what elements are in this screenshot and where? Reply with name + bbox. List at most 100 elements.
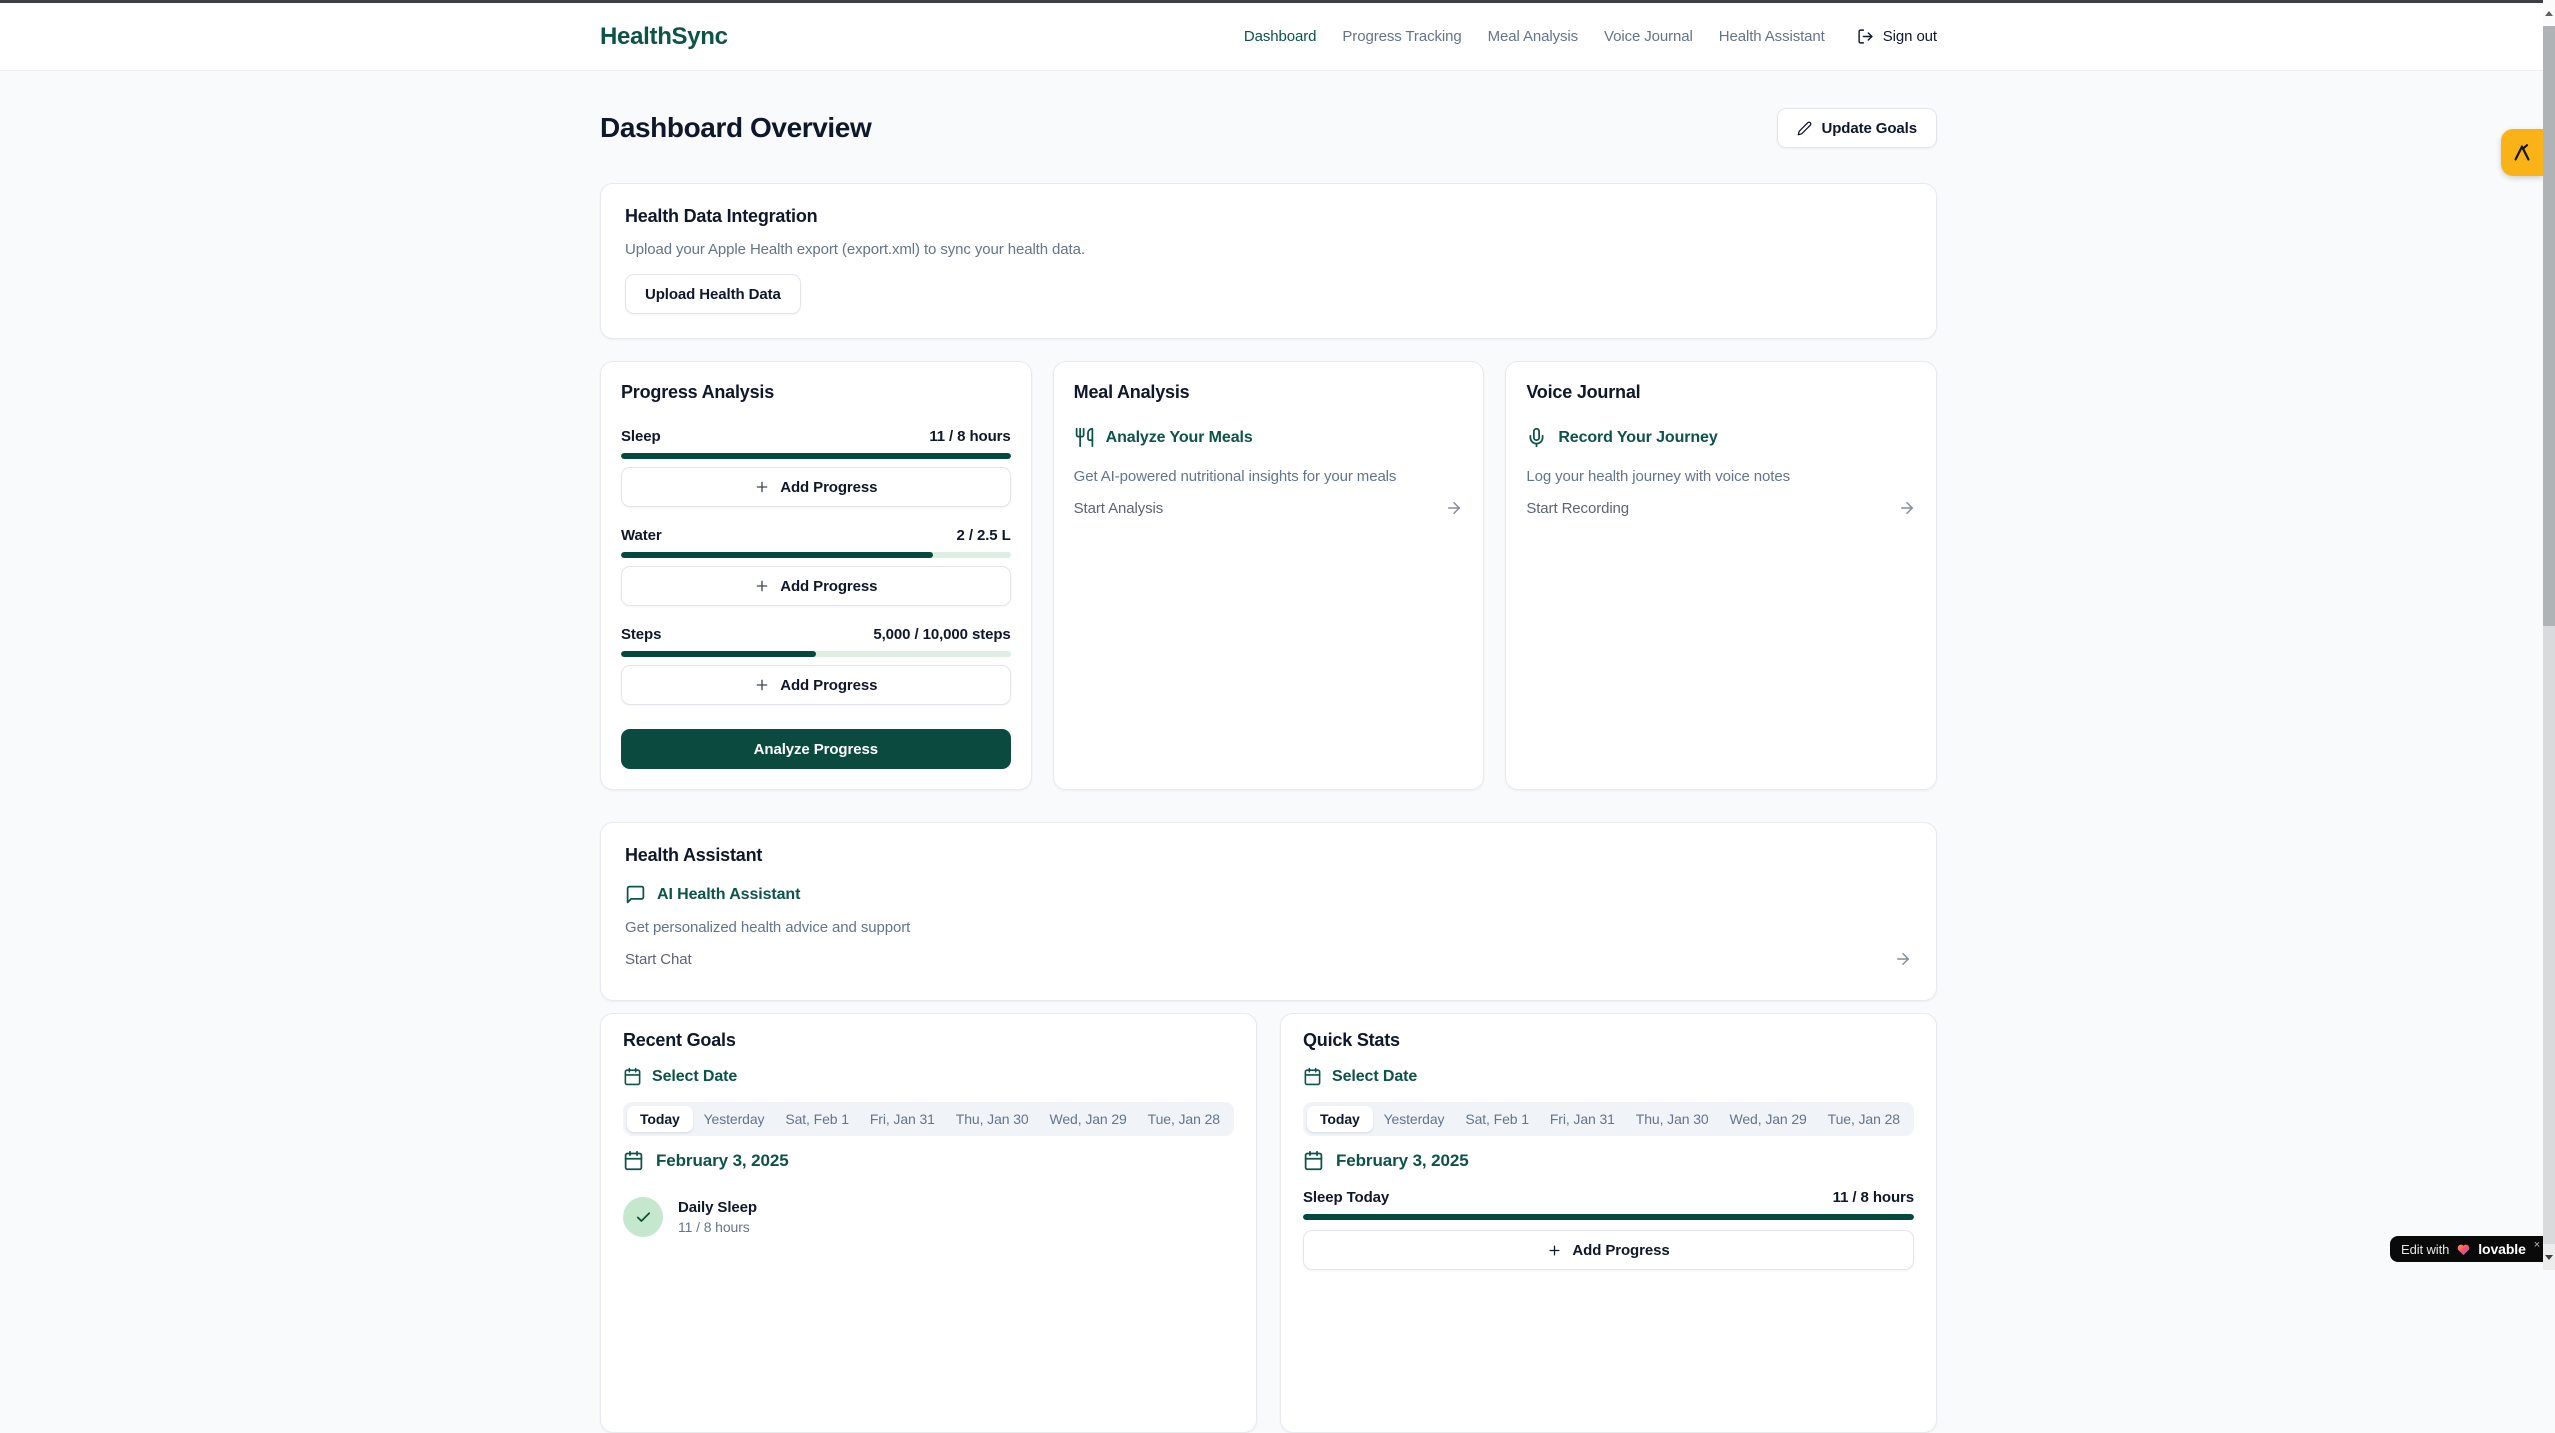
date-tab-today[interactable]: Today: [1307, 1106, 1373, 1132]
feature-link-label: AI Health Assistant: [657, 886, 800, 904]
metric-label: Steps: [621, 626, 661, 643]
update-goals-button[interactable]: Update Goals: [1777, 108, 1938, 148]
feature-description: Log your health journey with voice notes: [1526, 468, 1916, 485]
arrow-right-icon: [1894, 950, 1912, 968]
scrollbar-up-arrow[interactable]: [2543, 0, 2555, 26]
date-tab-today[interactable]: Today: [627, 1106, 693, 1132]
date-tab[interactable]: Wed, Jan 29: [1720, 1106, 1817, 1132]
calendar-icon: [623, 1067, 642, 1086]
app-logo[interactable]: HealthSync: [600, 23, 728, 51]
add-progress-label: Add Progress: [1572, 1242, 1669, 1259]
add-progress-button[interactable]: Add Progress: [1303, 1230, 1914, 1270]
scrollbar-thumb[interactable]: [2543, 26, 2555, 626]
start-analysis-action[interactable]: Start Analysis: [1074, 499, 1464, 517]
metric-value: 5,000 / 10,000 steps: [873, 626, 1010, 643]
date-tab[interactable]: Sat, Feb 1: [1455, 1106, 1539, 1132]
card-description: Upload your Apple Health export (export.…: [625, 241, 1912, 258]
goal-value: 11 / 8 hours: [678, 1219, 757, 1235]
progress-analysis-card: Progress Analysis Sleep 11 / 8 hours Add…: [600, 361, 1032, 790]
add-progress-steps-button[interactable]: Add Progress: [621, 665, 1011, 705]
sign-out-label: Sign out: [1883, 28, 1937, 45]
upload-health-data-label: Upload Health Data: [645, 286, 781, 303]
metric-water: Water 2 / 2.5 L Add Progress: [621, 527, 1011, 606]
date-tab[interactable]: Tue, Jan 28: [1818, 1106, 1910, 1132]
plus-icon: [754, 677, 770, 693]
date-tab-yesterday[interactable]: Yesterday: [694, 1106, 775, 1132]
nav-item-dashboard[interactable]: Dashboard: [1244, 28, 1316, 45]
arrow-right-icon: [1445, 499, 1463, 517]
add-progress-water-button[interactable]: Add Progress: [621, 566, 1011, 606]
feature-link-label: Analyze Your Meals: [1106, 429, 1253, 447]
date-tab-yesterday[interactable]: Yesterday: [1374, 1106, 1455, 1132]
nav-item-progress-tracking[interactable]: Progress Tracking: [1342, 28, 1461, 45]
date-tab[interactable]: Thu, Jan 30: [1626, 1106, 1719, 1132]
utensils-icon: [1074, 427, 1095, 448]
scrollbar-down-arrow[interactable]: [2543, 1244, 2555, 1270]
add-progress-label: Add Progress: [780, 479, 877, 496]
card-title: Voice Journal: [1526, 382, 1916, 403]
selected-date-label: February 3, 2025: [656, 1151, 789, 1171]
record-your-journey-link[interactable]: Record Your Journey: [1526, 427, 1916, 448]
metric-label: Water: [621, 527, 662, 544]
calendar-icon: [623, 1150, 644, 1171]
select-date-label: Select Date: [652, 1068, 737, 1086]
feature-description: Get AI-powered nutritional insights for …: [1074, 468, 1464, 485]
plus-icon: [754, 578, 770, 594]
health-assistant-card: Health Assistant AI Health Assistant Get…: [600, 822, 1937, 1001]
ai-health-assistant-link[interactable]: AI Health Assistant: [625, 884, 1912, 905]
lovable-heart-icon: [2456, 1242, 2471, 1257]
analyze-your-meals-link[interactable]: Analyze Your Meals: [1074, 427, 1464, 448]
metric-value: 2 / 2.5 L: [957, 527, 1011, 544]
update-goals-label: Update Goals: [1822, 120, 1918, 137]
page-scrollbar[interactable]: [2543, 0, 2555, 1270]
selected-date[interactable]: February 3, 2025: [623, 1150, 1234, 1171]
analyze-progress-button[interactable]: Analyze Progress: [621, 729, 1011, 769]
card-title: Health Data Integration: [625, 206, 1912, 227]
edit-with-lovable-badge[interactable]: Edit with lovable ×: [2390, 1236, 2551, 1262]
calendar-icon: [1303, 1150, 1324, 1171]
chat-bubble-icon: [625, 884, 646, 905]
upload-health-data-button[interactable]: Upload Health Data: [625, 274, 801, 314]
date-tab[interactable]: Sat, Feb 1: [775, 1106, 859, 1132]
date-tab-bar: Today Yesterday Sat, Feb 1 Fri, Jan 31 T…: [623, 1102, 1234, 1136]
select-date-label: Select Date: [1332, 1068, 1417, 1086]
nav-item-meal-analysis[interactable]: Meal Analysis: [1488, 28, 1578, 45]
nav-item-voice-journal[interactable]: Voice Journal: [1604, 28, 1693, 45]
select-date-button[interactable]: Select Date: [1303, 1067, 1914, 1086]
select-date-button[interactable]: Select Date: [623, 1067, 1234, 1086]
main-nav: Dashboard Progress Tracking Meal Analysi…: [1244, 28, 1937, 45]
metric-steps: Steps 5,000 / 10,000 steps Add Progress: [621, 626, 1011, 705]
sign-out-button[interactable]: Sign out: [1857, 28, 1937, 45]
start-recording-action[interactable]: Start Recording: [1526, 499, 1916, 517]
date-tab[interactable]: Tue, Jan 28: [1138, 1106, 1230, 1132]
add-progress-sleep-button[interactable]: Add Progress: [621, 467, 1011, 507]
progress-bar: [1303, 1214, 1914, 1220]
start-chat-action[interactable]: Start Chat: [625, 950, 1912, 968]
lovable-side-tab[interactable]: [2501, 129, 2543, 176]
meal-analysis-card: Meal Analysis Analyze Your Meals Get AI-…: [1053, 361, 1485, 790]
goal-list-item: Daily Sleep 11 / 8 hours: [623, 1197, 1234, 1237]
check-icon: [635, 1209, 652, 1226]
selected-date-label: February 3, 2025: [1336, 1151, 1469, 1171]
arrow-right-icon: [1898, 499, 1916, 517]
calendar-icon: [1303, 1067, 1322, 1086]
progress-bar: [621, 552, 1011, 558]
selected-date[interactable]: February 3, 2025: [1303, 1150, 1914, 1171]
stat-row-sleep-today: Sleep Today 11 / 8 hours: [1303, 1189, 1914, 1206]
nav-item-health-assistant[interactable]: Health Assistant: [1719, 28, 1825, 45]
date-tab[interactable]: Thu, Jan 30: [946, 1106, 1039, 1132]
metric-label: Sleep: [621, 428, 661, 445]
add-progress-label: Add Progress: [780, 677, 877, 694]
feature-action-label: Start Analysis: [1074, 500, 1163, 517]
feature-action-label: Start Recording: [1526, 500, 1629, 517]
date-tab[interactable]: Fri, Jan 31: [860, 1106, 945, 1132]
date-tab[interactable]: Wed, Jan 29: [1040, 1106, 1137, 1132]
date-tab[interactable]: Fri, Jan 31: [1540, 1106, 1625, 1132]
goal-name: Daily Sleep: [678, 1199, 757, 1216]
badge-close-icon[interactable]: ×: [2534, 1239, 2540, 1251]
pencil-icon: [1797, 121, 1812, 136]
date-tab-bar: Today Yesterday Sat, Feb 1 Fri, Jan 31 T…: [1303, 1102, 1914, 1136]
card-title: Recent Goals: [623, 1030, 1234, 1051]
logout-icon: [1857, 28, 1874, 45]
recent-goals-card: Recent Goals Select Date Today Yesterday…: [600, 1013, 1257, 1433]
